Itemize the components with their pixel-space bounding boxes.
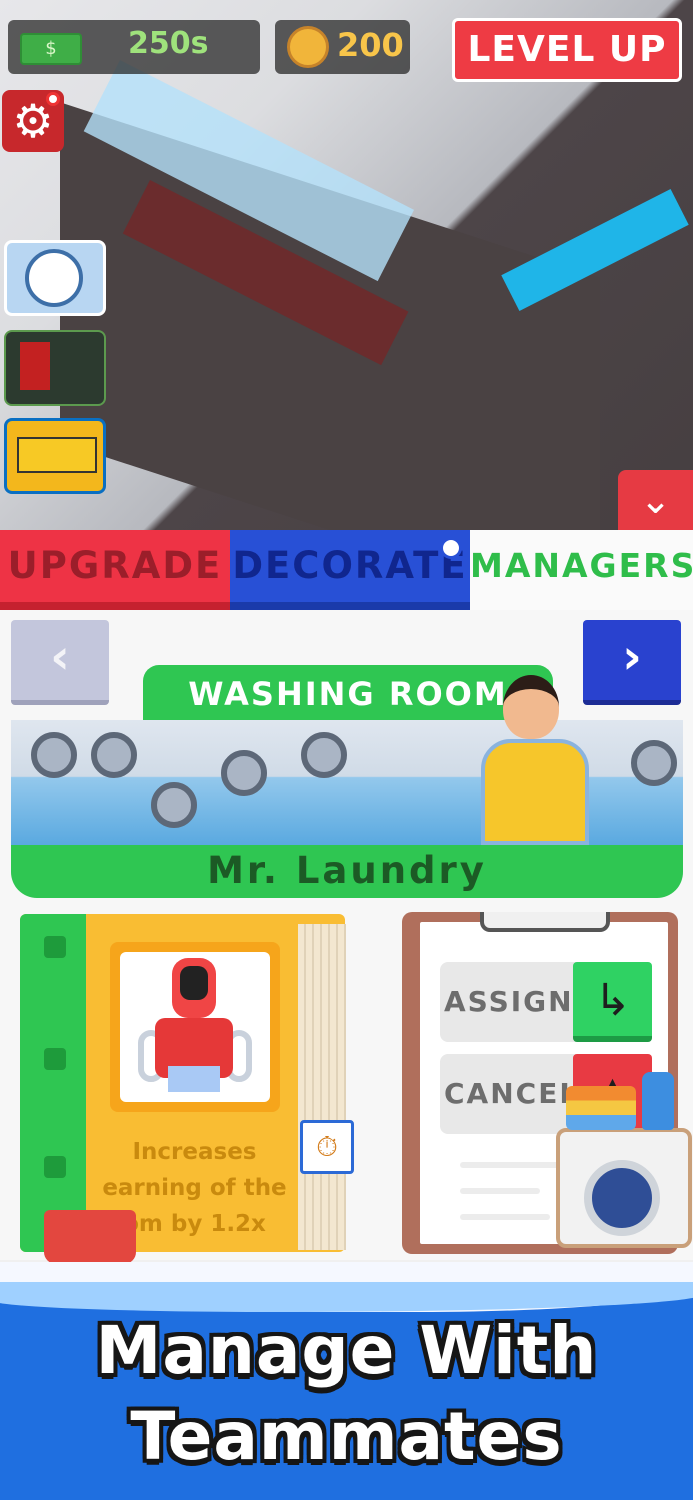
washer-icon [31, 732, 77, 778]
assign-label: ASSIGN [444, 985, 574, 1018]
tab-notification-dot [440, 537, 462, 559]
robot-paper [168, 1066, 220, 1092]
washer-icon [151, 782, 197, 828]
school-bus-button[interactable] [4, 418, 106, 494]
washing-machine-timer-button[interactable] [4, 240, 106, 316]
manager-head [503, 675, 559, 739]
cash-counter: $ 250s [8, 20, 260, 74]
cash-icon: $ [20, 33, 82, 65]
laundry-basket-icon [44, 1210, 136, 1264]
coin-value: 200 [337, 26, 404, 64]
detergent-bottle-icon [642, 1072, 674, 1130]
promo-line-1: Manage With [95, 1312, 598, 1389]
manager-name: Mr. Laundry [207, 849, 487, 892]
parking-gate-button[interactable] [4, 330, 106, 406]
washing-machine-timer-icon [25, 249, 83, 307]
washer-icon [91, 732, 137, 778]
washer-door [584, 1160, 660, 1236]
tab-managers[interactable]: MANAGERS [470, 530, 693, 610]
perk-line: Increases [132, 1139, 257, 1165]
washer-icon [221, 750, 267, 796]
coin-counter: 200 [275, 20, 410, 74]
folder-hole [44, 1048, 66, 1070]
paper-line [460, 1214, 550, 1220]
coin-icon [287, 26, 329, 68]
manager-body [481, 739, 589, 845]
folder-hole [44, 936, 66, 958]
tab-bar: UPGRADE DECORATE MANAGERS [0, 530, 693, 610]
clipboard-clip [480, 912, 610, 932]
foam-wave [0, 1282, 693, 1312]
robot-visor [180, 966, 208, 1000]
folder-pages [298, 924, 346, 1250]
parking-gate-icon [20, 342, 50, 390]
cash-value: 250s [128, 26, 209, 61]
notification-dot [46, 92, 60, 106]
collapse-panel-button[interactable]: ⌄ [618, 470, 693, 532]
washer-icon [301, 732, 347, 778]
timer-icon: ⏱ [300, 1120, 354, 1174]
assign-button[interactable]: ASSIGN ↳ [440, 962, 652, 1042]
previous-room-button[interactable]: ‹ [11, 620, 109, 705]
tab-upgrade[interactable]: UPGRADE [0, 530, 230, 610]
promo-line-2: Teammates [130, 1398, 563, 1475]
chevron-down-icon: ⌄ [639, 478, 672, 522]
level-up-button[interactable]: LEVEL UP [452, 18, 682, 82]
assign-arrow-icon: ↳ [573, 962, 652, 1042]
manager-portrait [475, 675, 595, 845]
folder-spine [20, 914, 86, 1252]
paper-line [460, 1188, 540, 1194]
perk-line: earning of the [102, 1175, 287, 1201]
towels-icon [566, 1086, 636, 1130]
next-room-button[interactable]: › [583, 620, 681, 705]
cancel-label: CANCEL [444, 1077, 580, 1110]
washer-icon [631, 740, 677, 786]
folder-hole [44, 1156, 66, 1178]
school-bus-icon [17, 437, 97, 473]
paper-line [460, 1162, 560, 1168]
tab-decorate[interactable]: DECORATE [230, 530, 470, 610]
